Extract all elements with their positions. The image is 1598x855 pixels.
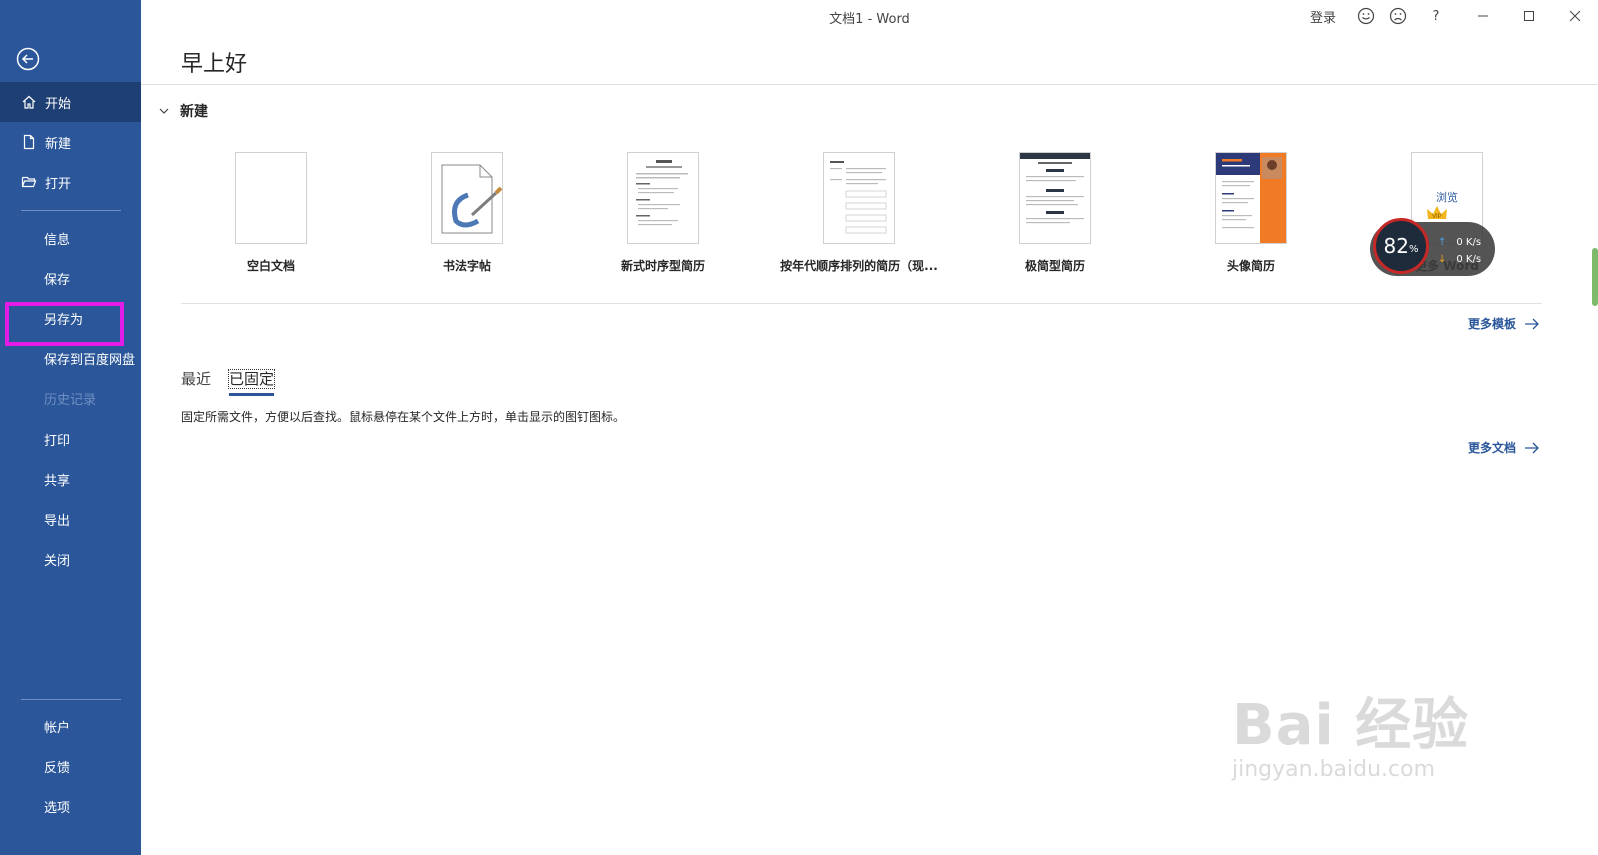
nav-history: 历史记录 xyxy=(0,378,141,418)
watermark-url: jingyan.baidu.com xyxy=(1232,757,1436,782)
template-chronological-resume[interactable]: 按年代顺序排列的简历（现... xyxy=(774,152,944,274)
close-icon xyxy=(1569,10,1581,22)
template-thumbnail xyxy=(235,152,307,244)
nav-feedback[interactable]: 反馈 xyxy=(0,746,141,786)
sidebar-divider xyxy=(21,210,121,211)
template-modern-resume[interactable]: 新式时序型简历 xyxy=(578,152,748,274)
minimize-icon xyxy=(1478,15,1488,17)
nav-save-label: 保存 xyxy=(44,272,71,288)
template-minimal-resume[interactable]: 极简型简历 xyxy=(970,152,1140,274)
smile-feedback-icon[interactable] xyxy=(1356,6,1376,26)
tab-pinned[interactable]: 已固定 xyxy=(228,368,276,396)
maximize-button[interactable] xyxy=(1506,0,1552,32)
frown-feedback-icon[interactable] xyxy=(1388,6,1408,26)
tab-pinned-label: 已固定 xyxy=(228,369,276,389)
more-templates-label: 更多模板 xyxy=(1468,317,1517,331)
vip-crown-icon: VIP xyxy=(1427,206,1447,220)
new-section-title: 新建 xyxy=(180,104,208,120)
download-speed: 0 K/s xyxy=(1456,254,1482,265)
new-section-header[interactable]: 新建 xyxy=(158,101,208,121)
resume-thumbnail xyxy=(627,152,699,244)
pinned-hint-text: 固定所需文件，方便以后查找。鼠标悬停在某个文件上方时，单击显示的图钉图标。 xyxy=(181,410,626,424)
tab-recent[interactable]: 最近 xyxy=(181,368,211,396)
browse-label: 浏览 xyxy=(1436,191,1458,204)
template-name: 头像简历 xyxy=(1226,259,1275,273)
nav-share-label: 共享 xyxy=(44,473,71,489)
more-documents-link[interactable]: 更多文档 xyxy=(1468,439,1540,456)
resume-thumbnail xyxy=(1215,152,1287,244)
speed-percent-sign: % xyxy=(1408,243,1419,255)
template-name: 按年代顺序排列的简历（现... xyxy=(780,259,938,273)
nav-account[interactable]: 帐户 xyxy=(0,706,141,746)
template-calligraphy[interactable]: 书法字帖 xyxy=(382,152,552,274)
nav-info-label: 信息 xyxy=(44,232,71,248)
baidu-jingyan-watermark: Bai 经验 jingyan.baidu.com xyxy=(1232,680,1469,782)
upload-speed: 0 K/s xyxy=(1456,237,1482,248)
nav-history-label: 历史记录 xyxy=(44,392,97,408)
upload-arrow-icon: ↑ xyxy=(1438,237,1447,248)
nav-open-label: 打开 xyxy=(45,176,72,192)
nav-home-label: 开始 xyxy=(45,96,72,112)
nav-share[interactable]: 共享 xyxy=(0,459,141,499)
svg-text:VIP: VIP xyxy=(1432,214,1442,220)
help-button[interactable]: ? xyxy=(1426,6,1446,26)
template-name: 书法字帖 xyxy=(442,259,491,273)
nav-close-label: 关闭 xyxy=(44,553,71,569)
template-name: 极简型简历 xyxy=(1024,259,1085,273)
maximize-icon xyxy=(1524,11,1534,21)
nav-home[interactable]: 开始 xyxy=(0,82,141,122)
minimize-button[interactable] xyxy=(1460,0,1506,32)
templates-divider xyxy=(181,303,1542,304)
tab-recent-label: 最近 xyxy=(181,370,212,388)
upload-speed-row: ↑ 0 K/s xyxy=(1438,237,1481,248)
more-documents-label: 更多文档 xyxy=(1468,441,1517,455)
speed-percent-ring: 82% xyxy=(1373,218,1429,274)
nav-export[interactable]: 导出 xyxy=(0,499,141,539)
calligraphy-thumbnail xyxy=(431,152,503,244)
nav-print-label: 打印 xyxy=(44,433,71,449)
nav-export-label: 导出 xyxy=(44,513,71,529)
nav-close[interactable]: 关闭 xyxy=(0,539,141,579)
new-document-icon xyxy=(21,134,37,150)
close-window-button[interactable] xyxy=(1552,0,1598,32)
template-name: 空白文档 xyxy=(246,259,295,273)
backstage-sidebar: 开始 新建 打开 信息 保存 另存为 保存到百度网盘 历史记录 打印 共享 导出… xyxy=(0,0,141,855)
arrow-right-icon xyxy=(1525,442,1539,453)
chevron-down-icon xyxy=(159,108,169,114)
resume-thumbnail xyxy=(823,152,895,244)
title-bar: 文档1 - Word 登录 ? xyxy=(141,0,1598,32)
open-folder-icon xyxy=(21,174,37,190)
nav-print[interactable]: 打印 xyxy=(0,419,141,459)
nav-options[interactable]: 选项 xyxy=(0,786,141,826)
nav-info[interactable]: 信息 xyxy=(0,218,141,258)
more-templates-link[interactable]: 更多模板 xyxy=(1468,315,1540,332)
template-name: 新式时序型简历 xyxy=(620,259,705,273)
nav-save[interactable]: 保存 xyxy=(0,258,141,298)
back-arrow-icon[interactable] xyxy=(16,47,40,71)
login-link[interactable]: 登录 xyxy=(1310,7,1336,26)
nav-new[interactable]: 新建 xyxy=(0,122,141,162)
greeting-heading: 早上好 xyxy=(181,52,248,77)
nav-feedback-label: 反馈 xyxy=(44,760,71,776)
scroll-indicator[interactable] xyxy=(1592,248,1598,306)
nav-save-to-baidu-label: 保存到百度网盘 xyxy=(44,352,136,368)
sidebar-divider xyxy=(21,699,121,700)
nav-open[interactable]: 打开 xyxy=(0,162,141,202)
resume-thumbnail xyxy=(1019,152,1091,244)
nav-account-label: 帐户 xyxy=(44,720,71,736)
watermark-main: Bai 经验 xyxy=(1232,693,1470,758)
header-divider xyxy=(141,84,1598,85)
nav-options-label: 选项 xyxy=(44,800,71,816)
nav-new-label: 新建 xyxy=(45,136,72,152)
template-blank-document[interactable]: 空白文档 xyxy=(186,152,356,274)
download-speed-row: ↓ 0 K/s xyxy=(1438,254,1481,265)
template-photo-resume[interactable]: 头像简历 xyxy=(1166,152,1336,274)
recent-pinned-tabs: 最近 已固定 xyxy=(181,368,292,396)
home-icon xyxy=(21,94,37,110)
download-arrow-icon: ↓ xyxy=(1438,254,1447,265)
speed-percent: 82 xyxy=(1383,234,1409,258)
arrow-right-icon xyxy=(1525,318,1539,329)
save-as-highlight-annotation xyxy=(5,302,124,346)
